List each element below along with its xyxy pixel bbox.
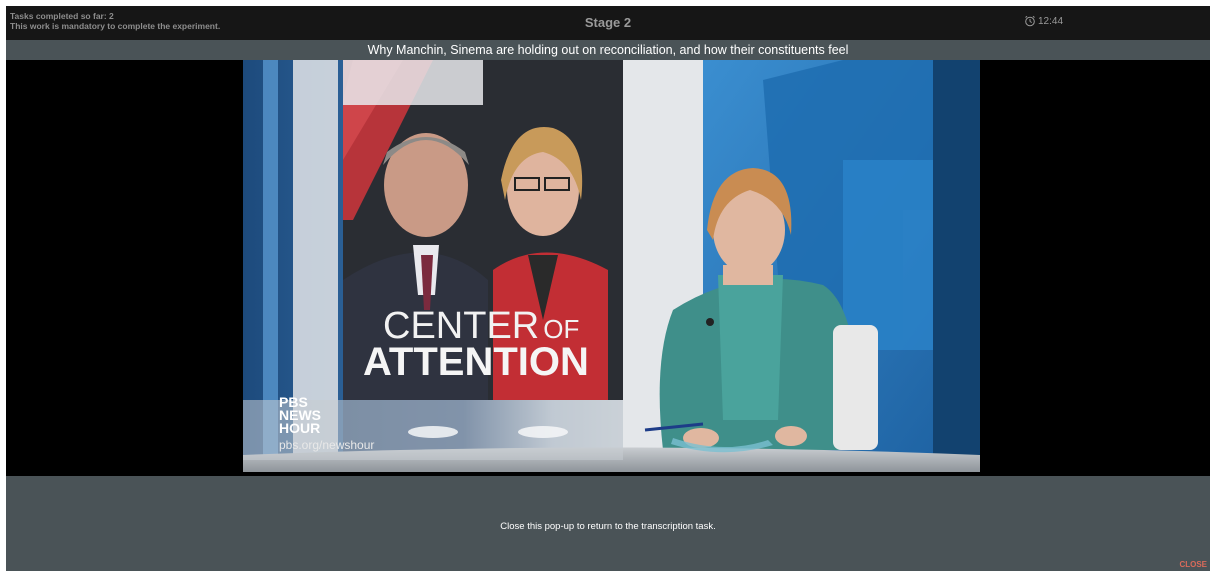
top-bar: Tasks completed so far: 2 This work is m… <box>6 6 1210 40</box>
video-frame: CENTER OF ATTENTION PBS NEWS HOUR pbs.or… <box>243 60 980 472</box>
close-button[interactable]: CLOSE <box>1179 560 1207 569</box>
popup-window: Tasks completed so far: 2 This work is m… <box>6 6 1210 571</box>
return-message: Close this pop-up to return to the trans… <box>500 521 716 532</box>
website-url: pbs.org/newshour <box>279 438 374 452</box>
video-player[interactable]: CENTER OF ATTENTION PBS NEWS HOUR pbs.or… <box>243 60 980 472</box>
timer-value: 12:44 <box>1038 15 1064 27</box>
video-title: Why Manchin, Sinema are holding out on r… <box>6 40 1210 60</box>
bottom-panel: Close this pop-up to return to the trans… <box>6 476 1210 571</box>
video-area: CENTER OF ATTENTION PBS NEWS HOUR pbs.or… <box>6 60 1210 476</box>
svg-text:HOUR: HOUR <box>279 420 320 436</box>
graphic-text-attention: ATTENTION <box>363 340 589 384</box>
timer: 12:44 <box>1024 15 1063 27</box>
alarm-clock-icon <box>1025 15 1035 27</box>
